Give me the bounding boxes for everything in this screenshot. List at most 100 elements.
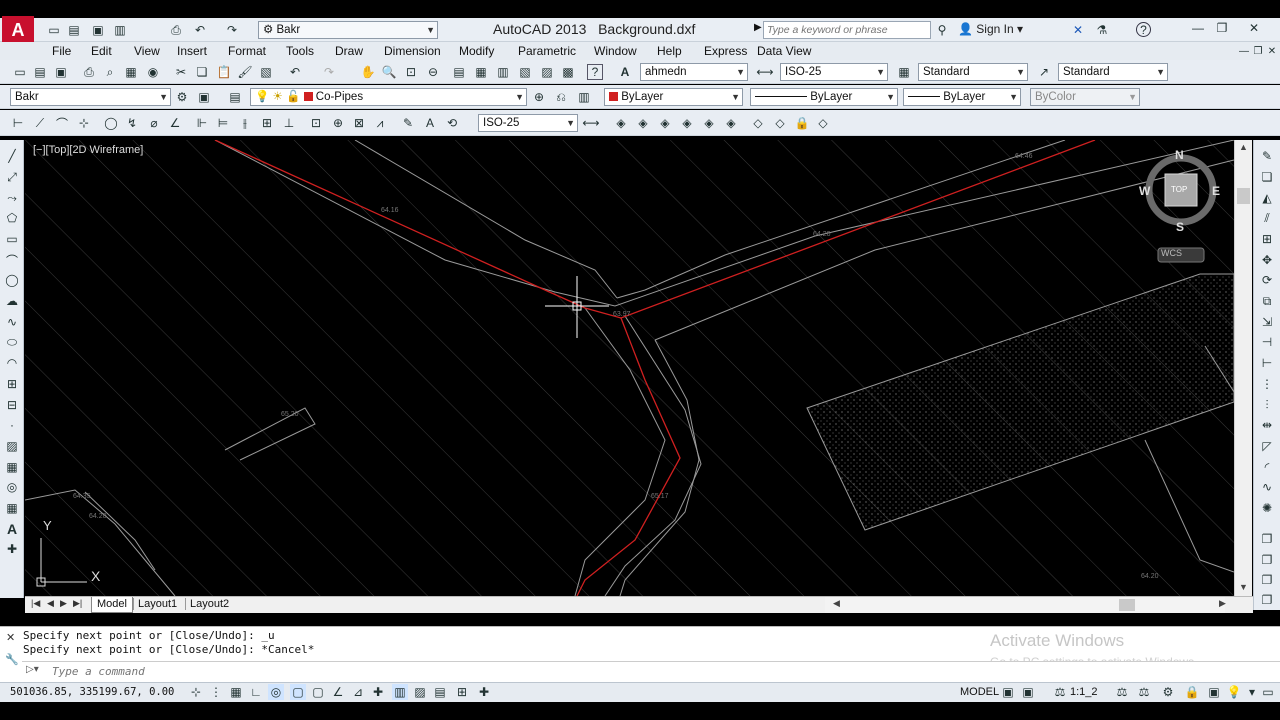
insert-block-icon[interactable]: ⊞ xyxy=(4,376,20,392)
quick-view-layouts-icon[interactable]: ▣ xyxy=(1000,684,1016,700)
viewcube-west[interactable]: W xyxy=(1139,184,1150,198)
center-mark-icon[interactable]: ⊕ xyxy=(330,115,346,131)
quick-view-drawings-icon[interactable]: ▣ xyxy=(1020,684,1036,700)
workspace-settings-icon[interactable]: ⚙ xyxy=(174,89,190,105)
plot-icon[interactable]: ⎙ xyxy=(168,22,184,38)
dynamic-input-icon[interactable]: ✚ xyxy=(370,684,386,700)
menu-draw[interactable]: Draw xyxy=(335,44,363,58)
hardware-acceleration-icon[interactable]: ▣ xyxy=(1206,684,1222,700)
vertical-scrollbar[interactable]: ▲ ▼ xyxy=(1234,140,1252,596)
layer-tools-5-icon[interactable]: ◈ xyxy=(701,115,717,131)
print-icon[interactable]: ⎙ xyxy=(81,64,97,80)
layer-tools-3-icon[interactable]: ◈ xyxy=(657,115,673,131)
open-file-icon[interactable]: ▤ xyxy=(32,64,48,80)
undo-icon[interactable]: ↶ xyxy=(192,22,208,38)
layer-unlock-tool-icon[interactable]: ◇ xyxy=(815,115,831,131)
polyline-icon[interactable]: ⤳ xyxy=(4,190,20,206)
text-style-icon[interactable]: A xyxy=(617,64,633,80)
auto-scale-icon[interactable]: ⚖ xyxy=(1136,684,1152,700)
workspace-select[interactable]: ⚙ Bakr ▼ xyxy=(258,21,438,39)
point-icon[interactable]: · xyxy=(4,417,20,433)
restore-icon[interactable]: ❐ xyxy=(1214,20,1230,36)
save-as-icon[interactable]: ▥ xyxy=(112,22,128,38)
dim-continue-icon[interactable]: ⫲ xyxy=(237,115,253,131)
table-style-select[interactable]: Standard ▼ xyxy=(918,63,1028,81)
table-style-icon[interactable]: ▦ xyxy=(896,64,912,80)
layer-lock-tool-icon[interactable]: 🔒 xyxy=(794,115,810,131)
rotate-icon[interactable]: ⟳ xyxy=(1259,272,1275,288)
app-logo[interactable]: A xyxy=(2,16,34,44)
revision-cloud-icon[interactable]: ☁ xyxy=(4,293,20,309)
isolate-objects-icon[interactable]: 💡 xyxy=(1226,684,1242,700)
publish-icon[interactable]: ▦ xyxy=(123,64,139,80)
layer-tools-1-icon[interactable]: ◈ xyxy=(613,115,629,131)
layer-tools-2-icon[interactable]: ◈ xyxy=(635,115,651,131)
allow-dynamic-ucs-icon[interactable]: ⊿ xyxy=(350,684,366,700)
layer-states-icon[interactable]: ▥ xyxy=(576,89,592,105)
snap-mode-icon[interactable]: ⋮ xyxy=(208,684,224,700)
dim-angular-icon[interactable]: ∠ xyxy=(167,115,183,131)
zoom-previous-icon[interactable]: ⊖ xyxy=(425,64,441,80)
horizontal-scroll-thumb[interactable] xyxy=(1119,599,1135,611)
dim-update-icon[interactable]: ⟲ xyxy=(444,115,460,131)
cut-icon[interactable]: ✂ xyxy=(173,64,189,80)
3d-object-snap-icon[interactable]: ▢ xyxy=(310,684,326,700)
layer-tools-7-icon[interactable]: ◇ xyxy=(750,115,766,131)
break-icon[interactable]: ⫶ xyxy=(1259,397,1275,413)
workspace-customize-icon[interactable]: ▣ xyxy=(196,89,212,105)
transparency-icon[interactable]: ▨ xyxy=(412,684,428,700)
search-expand-icon[interactable]: ▶ xyxy=(754,22,762,33)
drawing-area[interactable]: 64.46 64.20 64.16 63.97 65.20 64.35 64.2… xyxy=(25,140,1234,596)
tool-palettes-icon[interactable]: ▥ xyxy=(495,64,511,80)
undo-toolbar-icon[interactable]: ↶ xyxy=(287,64,303,80)
dim-baseline-icon[interactable]: ⊨ xyxy=(215,115,231,131)
lineweight-display-icon[interactable]: ▥ xyxy=(392,684,408,700)
dim-jogged-icon[interactable]: ↯ xyxy=(124,115,140,131)
menu-parametric[interactable]: Parametric xyxy=(518,44,576,58)
dim-style-toolbar-select[interactable]: ISO-25 ▼ xyxy=(478,114,578,132)
command-settings-icon[interactable]: 🔧 xyxy=(5,653,19,666)
redo-icon[interactable]: ↷ xyxy=(224,22,240,38)
dim-style-select[interactable]: ISO-25 ▼ xyxy=(780,63,888,81)
object-snap-tracking-icon[interactable]: ∠ xyxy=(330,684,346,700)
quick-properties-icon[interactable]: ▤ xyxy=(432,684,448,700)
dim-break-icon[interactable]: ⊥ xyxy=(281,115,297,131)
dim-linear-icon[interactable]: ⊢ xyxy=(10,115,26,131)
dim-edit-icon[interactable]: ✎ xyxy=(400,115,416,131)
linetype-select[interactable]: ByLayer ▼ xyxy=(750,88,898,106)
block-editor-icon[interactable]: ▧ xyxy=(258,64,274,80)
lock-ui-icon[interactable]: 🔒 xyxy=(1184,684,1200,700)
tab-first-icon[interactable]: |◀ xyxy=(31,598,40,609)
inspection-icon[interactable]: ⊠ xyxy=(351,115,367,131)
scroll-down-icon[interactable]: ▼ xyxy=(1239,582,1248,592)
copy-icon[interactable]: ❏ xyxy=(194,64,210,80)
table-icon[interactable]: ▦ xyxy=(4,500,20,516)
ellipse-icon[interactable]: ⬭ xyxy=(4,334,20,350)
menu-file[interactable]: File xyxy=(52,44,71,58)
sheet-set-icon[interactable]: ▧ xyxy=(517,64,533,80)
erase-icon[interactable]: ✎ xyxy=(1259,148,1275,164)
exchange-icon[interactable]: ✕ xyxy=(1070,22,1086,38)
pan-icon[interactable]: ✋ xyxy=(360,64,376,80)
break-at-point-icon[interactable]: ⋮ xyxy=(1259,376,1275,392)
3d-dwf-icon[interactable]: ◉ xyxy=(145,64,161,80)
properties-icon[interactable]: ▤ xyxy=(451,64,467,80)
offset-icon[interactable]: ⫽ xyxy=(1259,210,1275,226)
annotation-visibility-icon[interactable]: ⚖ xyxy=(1114,684,1130,700)
make-current-layer-icon[interactable]: ⊕ xyxy=(531,89,547,105)
circle-icon[interactable]: ◯ xyxy=(4,272,20,288)
ortho-mode-icon[interactable]: ∟ xyxy=(248,684,264,700)
scroll-up-icon[interactable]: ▲ xyxy=(1239,142,1248,152)
line-icon[interactable]: ╱ xyxy=(4,148,20,164)
open-icon[interactable]: ▤ xyxy=(66,22,82,38)
doc-close-icon[interactable]: ✕ xyxy=(1264,43,1280,59)
markup-icon[interactable]: ▨ xyxy=(539,64,555,80)
scroll-left-icon[interactable]: ◀ xyxy=(833,598,840,609)
autodesk-360-icon[interactable]: ⚗ xyxy=(1094,22,1110,38)
menu-view[interactable]: View xyxy=(134,44,160,58)
add-selected-icon[interactable]: ✚ xyxy=(4,541,20,557)
menu-tools[interactable]: Tools xyxy=(286,44,314,58)
vertical-scroll-thumb[interactable] xyxy=(1237,188,1250,204)
viewcube-top-face[interactable]: TOP xyxy=(1171,185,1187,194)
model-space-button[interactable]: MODEL xyxy=(960,686,999,698)
